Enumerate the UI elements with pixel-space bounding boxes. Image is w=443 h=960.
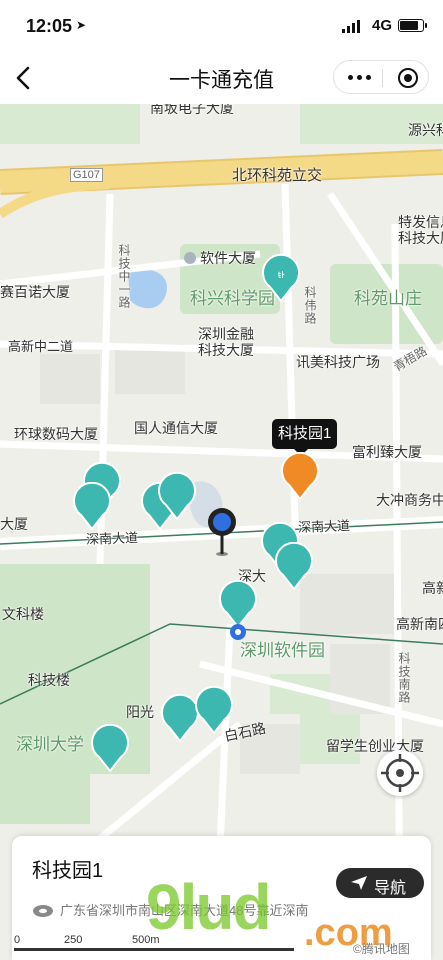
map-label: 科技楼	[28, 672, 70, 688]
crosshair-icon	[381, 754, 419, 792]
map-label: 讯美科技广场	[296, 354, 380, 370]
map-label: 科技大厦	[398, 230, 443, 246]
map-label: 深南大道	[85, 530, 139, 547]
scale-bar	[14, 948, 294, 951]
map-label: 阳光	[126, 704, 154, 720]
map-label: 科技中一路	[117, 244, 131, 309]
map-label: 富利臻大厦	[352, 444, 422, 460]
location-arrow-icon: ➤	[76, 18, 87, 32]
scale-label: 0	[14, 934, 21, 946]
station-pin-icon	[275, 542, 313, 590]
selected-pin-icon	[281, 452, 319, 500]
station-pin-icon	[73, 482, 111, 530]
map-label: 大厦	[0, 516, 28, 532]
map-view[interactable]: 南坂电子大厦 源兴科 北环科苑立交 G107 特发信息 科技大厦 软件大厦 科技…	[0, 104, 443, 960]
map-label: 科苑山庄	[354, 289, 422, 308]
map-marker-icon	[33, 905, 53, 917]
map-label: 国人通信大厦	[134, 420, 218, 436]
current-location-marker-icon	[208, 508, 236, 556]
map-label: 源兴科	[408, 122, 443, 138]
map-label: 深圳大学	[16, 735, 84, 754]
map-label: G107	[70, 168, 103, 182]
selected-station-pin[interactable]	[280, 452, 320, 500]
map-label: 大冲商务中	[376, 492, 443, 508]
scale-label: 250	[64, 934, 83, 946]
map-label: 高新	[422, 580, 443, 596]
station-pin[interactable]	[90, 724, 130, 772]
map-label: 科伟路	[303, 286, 317, 325]
relocate-button[interactable]	[377, 750, 423, 796]
station-pin[interactable]	[274, 542, 314, 590]
map-label: 北环科苑立交	[232, 167, 323, 184]
map-label-text: 软件大厦	[200, 250, 256, 266]
station-name: 科技园1	[32, 860, 104, 882]
station-pin[interactable]: ŧŀ	[261, 254, 301, 302]
map-label: 科技南路	[397, 652, 411, 704]
watermark-text: 9lud	[146, 871, 272, 943]
navigation-arrow-icon	[351, 876, 367, 890]
map-label: 高新南四	[396, 616, 443, 632]
svg-text:ŧŀ: ŧŀ	[278, 271, 285, 281]
station-pin[interactable]	[194, 686, 234, 734]
status-time: 12:05	[26, 16, 73, 36]
map-label: 软件大厦	[184, 248, 256, 268]
station-pin-icon	[91, 724, 129, 772]
battery-icon	[398, 19, 427, 32]
capsule-divider	[382, 69, 383, 87]
station-pin-icon	[158, 472, 196, 520]
signal-icon	[342, 20, 360, 33]
station-pin-icon: ŧŀ	[262, 254, 300, 302]
map-label: 深南大道	[297, 518, 351, 535]
station-pin[interactable]	[218, 580, 258, 628]
station-pin[interactable]	[72, 482, 112, 530]
status-bar: 12:05 ➤ 4G	[0, 0, 443, 52]
map-label: 文科楼	[2, 606, 44, 622]
nav-bar: 一卡通充值	[0, 52, 443, 104]
selected-station-callout: 科技园1	[272, 419, 338, 456]
navigate-button[interactable]: 导航	[336, 868, 424, 898]
navigate-label: 导航	[374, 880, 407, 897]
network-type: 4G	[372, 17, 393, 34]
map-label: 赛百诺大厦	[0, 284, 70, 300]
map-label: 高新中二道	[8, 339, 74, 354]
miniprogram-capsule	[333, 60, 429, 94]
station-pin[interactable]	[157, 472, 197, 520]
station-pin-icon	[219, 580, 257, 628]
map-label: 深圳软件园	[240, 641, 325, 660]
watermark-suffix: .com	[304, 912, 393, 954]
station-pin-icon	[195, 686, 233, 734]
map-label: 南坂电子大厦	[150, 104, 234, 116]
building-poi-icon	[184, 252, 196, 264]
close-miniprogram-icon[interactable]	[398, 68, 418, 88]
map-label: 科技大厦	[198, 342, 254, 358]
more-menu-icon[interactable]	[348, 75, 371, 80]
map-label: 环球数码大厦	[14, 426, 98, 442]
user-location-dot-icon	[230, 624, 246, 640]
